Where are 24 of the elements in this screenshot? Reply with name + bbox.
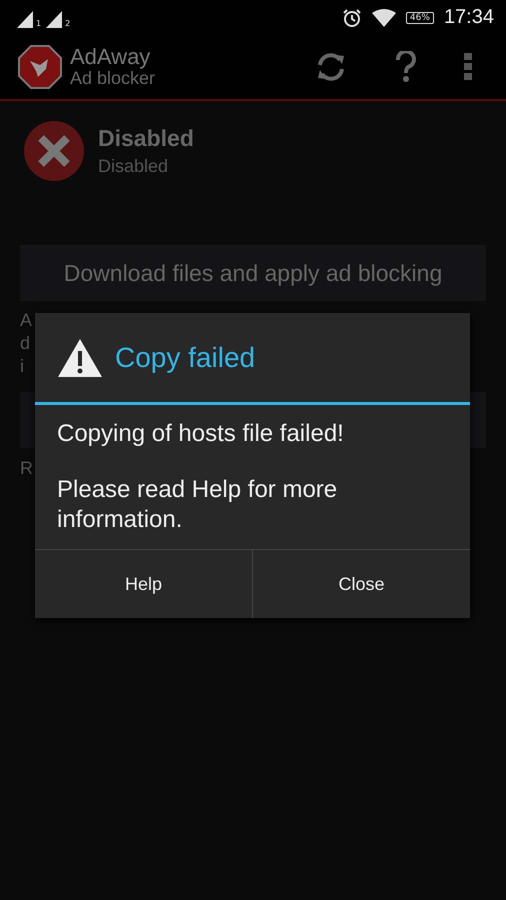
footer-text: R (20, 458, 33, 479)
clock: 17:34 (444, 6, 494, 29)
app-title: AdAway (70, 45, 152, 70)
status-subtitle: Disabled (98, 156, 170, 177)
description-text: A (20, 309, 32, 332)
description-text: i (20, 355, 24, 378)
dialog-message: Please read Help for more information. (57, 475, 338, 535)
sim-label: 2 (65, 18, 70, 28)
status-title: Disabled (98, 125, 194, 152)
wifi-icon (372, 8, 396, 26)
dialog-button[interactable]: Help (35, 550, 252, 618)
app-logo-icon (18, 45, 62, 89)
dialog-message: Copying of hosts file failed! (57, 419, 345, 449)
battery-indicator: 46% (406, 12, 434, 24)
dialog-button[interactable]: Close (252, 550, 470, 618)
sim-label: 1 (36, 18, 42, 28)
app-subtitle: Ad blocker (70, 69, 156, 89)
dialog-title: Copy failed (115, 342, 256, 374)
overflow-menu-icon[interactable] (464, 53, 472, 81)
alarm-icon (342, 8, 362, 28)
help-icon[interactable] (394, 51, 418, 83)
description-text: d (20, 332, 30, 355)
disabled-status-icon (24, 121, 84, 181)
warning-icon (57, 338, 103, 378)
